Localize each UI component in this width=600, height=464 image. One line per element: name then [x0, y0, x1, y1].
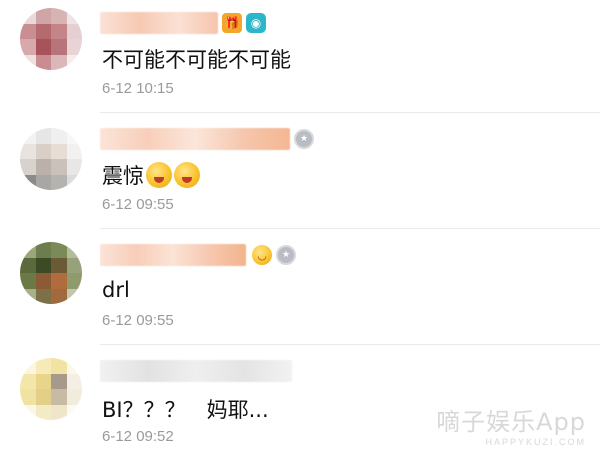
- avatar[interactable]: [20, 128, 82, 190]
- medal-badge-icon: ★: [276, 245, 296, 265]
- comment-time: 6-12 09:55: [102, 312, 174, 329]
- divider: [100, 228, 600, 229]
- grin-emoji-icon: ◡: [252, 245, 272, 265]
- username-blurred[interactable]: [100, 12, 218, 34]
- avatar[interactable]: [20, 358, 82, 420]
- camera-badge-icon: ◉: [246, 13, 266, 33]
- comment-text: BI？？？ 妈耶...: [102, 398, 269, 422]
- watermark-text: 嘀子娱乐App: [436, 408, 586, 436]
- medal-badge-icon: ★: [294, 129, 314, 149]
- comment-text: drl: [102, 278, 130, 302]
- comment-item[interactable]: 🎁 ◉ 不可能不可能不可能 6-12 10:15: [0, 0, 600, 116]
- gift-badge-icon: 🎁: [222, 13, 242, 33]
- avatar[interactable]: [20, 8, 82, 70]
- comment-text: 震惊: [102, 160, 200, 190]
- comment-text-content: 震惊: [102, 164, 144, 188]
- avatar[interactable]: [20, 242, 82, 304]
- username-blurred[interactable]: [100, 244, 246, 266]
- heart-eyes-emoji: [174, 162, 200, 188]
- comment-time: 6-12 09:55: [102, 196, 174, 213]
- heart-eyes-emoji: [146, 162, 172, 188]
- comment-item[interactable]: ◡ ★ drl 6-12 09:55: [0, 232, 600, 348]
- watermark-url: HAPPYKUZI.COM: [485, 437, 586, 447]
- comment-item[interactable]: ★ 震惊 6-12 09:55: [0, 116, 600, 232]
- username-blurred[interactable]: [100, 128, 290, 150]
- comment-text: 不可能不可能不可能: [102, 48, 291, 72]
- comment-time: 6-12 09:52: [102, 428, 174, 445]
- watermark: 嘀子娱乐App HAPPYKUZI.COM: [436, 402, 586, 447]
- divider: [100, 112, 600, 113]
- divider: [100, 344, 600, 345]
- comment-time: 6-12 10:15: [102, 80, 174, 97]
- username-blurred[interactable]: [100, 360, 292, 382]
